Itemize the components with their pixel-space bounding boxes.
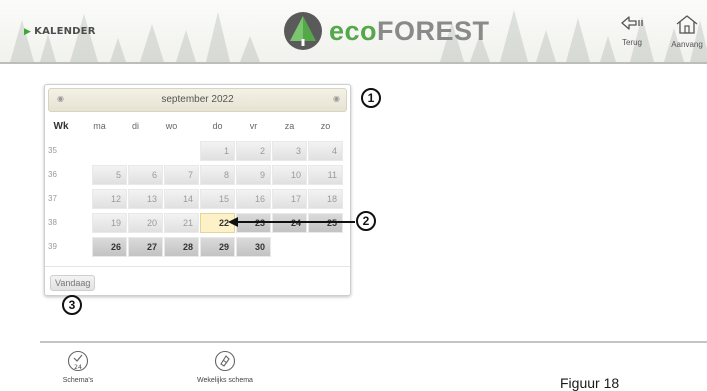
- weekday-header: wo: [165, 121, 178, 131]
- weekday-header: za: [284, 121, 295, 131]
- weekday-header: zo: [320, 121, 331, 131]
- home-button-label: Aanvang: [671, 40, 703, 49]
- annotation-arrow-line: [238, 221, 355, 223]
- day-cell[interactable]: 23: [236, 213, 271, 233]
- week-number: 39: [48, 242, 57, 251]
- logo-leaf-icon: [284, 12, 322, 50]
- back-button-label: Terug: [621, 38, 642, 47]
- section-title: ▶ KALENDER: [24, 26, 96, 37]
- day-cell[interactable]: 24: [272, 213, 307, 233]
- month-title: september 2022: [161, 94, 234, 105]
- triangle-right-icon: ▶: [24, 27, 32, 37]
- logo-word-eco: eco: [329, 15, 378, 46]
- day-cell[interactable]: 3: [272, 141, 307, 161]
- weekly-schedule-button[interactable]: Wekelijks schema: [190, 350, 260, 384]
- day-cell[interactable]: 14: [164, 189, 199, 209]
- week-number: 37: [48, 194, 57, 203]
- day-cell[interactable]: 2: [236, 141, 271, 161]
- schedules-button-label: Schema's: [62, 377, 94, 384]
- section-title-label: KALENDER: [34, 26, 96, 37]
- day-cell[interactable]: 27: [128, 237, 163, 257]
- day-cell[interactable]: 25: [308, 213, 343, 233]
- week-number: 38: [48, 218, 57, 227]
- day-cell[interactable]: 28: [164, 237, 199, 257]
- day-cell[interactable]: 11: [308, 165, 343, 185]
- home-icon: [676, 15, 698, 34]
- header-divider: [0, 62, 707, 64]
- day-cell[interactable]: 26: [92, 237, 127, 257]
- back-icon: [621, 16, 643, 30]
- schedules-button[interactable]: 24 Schema's: [58, 350, 98, 384]
- day-cell[interactable]: 17: [272, 189, 307, 209]
- day-cell[interactable]: 29: [200, 237, 235, 257]
- weekly-schedule-button-label: Wekelijks schema: [197, 377, 253, 384]
- weekday-header: vr: [249, 121, 258, 131]
- footer-divider: [40, 341, 707, 343]
- day-cell[interactable]: 13: [128, 189, 163, 209]
- clock-24-text: 24: [74, 364, 82, 371]
- month-header: ◉ september 2022 ◉: [48, 88, 347, 112]
- day-cell[interactable]: 6: [128, 165, 163, 185]
- date-picker: ◉ september 2022 ◉ Wk ma di wo do vr za …: [44, 84, 351, 296]
- week-number: 36: [48, 170, 57, 179]
- calendar-footer-divider: [45, 266, 350, 267]
- weekday-header: ma: [93, 121, 106, 131]
- day-cell[interactable]: 18: [308, 189, 343, 209]
- day-cell[interactable]: 1: [200, 141, 235, 161]
- day-cell[interactable]: 10: [272, 165, 307, 185]
- home-button[interactable]: Aanvang: [667, 14, 707, 49]
- header-bar: ▶ KALENDER eco FOREST Terug Aanvang: [0, 0, 707, 62]
- week-number: 35: [48, 146, 57, 155]
- back-button[interactable]: Terug: [612, 14, 652, 47]
- annotation-marker-1: 1: [361, 88, 381, 108]
- day-cell[interactable]: 12: [92, 189, 127, 209]
- day-cell[interactable]: 19: [92, 213, 127, 233]
- day-cell[interactable]: 7: [164, 165, 199, 185]
- day-cell[interactable]: 8: [200, 165, 235, 185]
- weekday-header: do: [212, 121, 223, 131]
- weekly-schedule-icon: [214, 350, 236, 372]
- next-month-icon[interactable]: ◉: [333, 94, 340, 103]
- annotation-marker-2: 2: [356, 211, 376, 231]
- day-cell[interactable]: 21: [164, 213, 199, 233]
- day-cell[interactable]: 9: [236, 165, 271, 185]
- annotation-marker-3: 3: [62, 295, 82, 315]
- week-column-header: Wk: [53, 121, 69, 132]
- logo-word-forest: FOREST: [377, 15, 490, 46]
- ecoforest-logo: eco FOREST: [283, 10, 490, 52]
- weekday-header: di: [131, 121, 139, 131]
- day-cell[interactable]: 5: [92, 165, 127, 185]
- day-cell[interactable]: 20: [128, 213, 163, 233]
- annotation-arrow-head: [228, 217, 238, 227]
- clock-24-icon: 24: [67, 350, 89, 372]
- day-cell[interactable]: 16: [236, 189, 271, 209]
- today-button[interactable]: Vandaag: [50, 275, 96, 291]
- day-cell[interactable]: 15: [200, 189, 235, 209]
- day-cell[interactable]: 4: [308, 141, 343, 161]
- day-cell[interactable]: 30: [236, 237, 271, 257]
